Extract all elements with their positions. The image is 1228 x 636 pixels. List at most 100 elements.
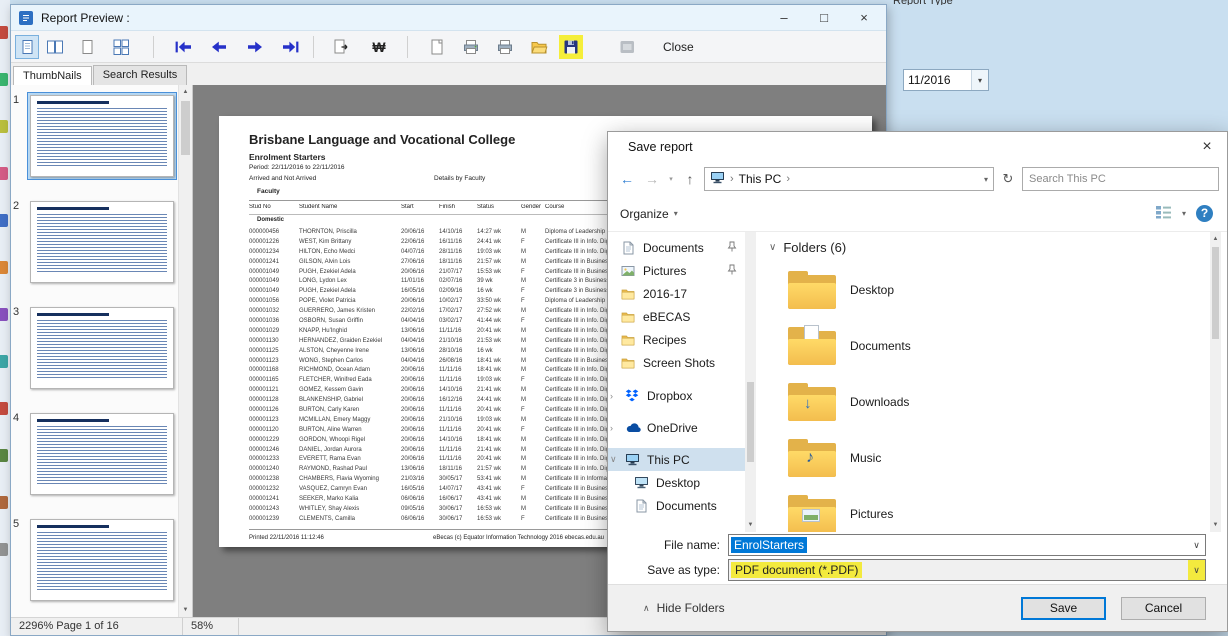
date-dropdown-icon[interactable]: ▾: [971, 70, 988, 90]
page-setup-button[interactable]: [425, 35, 449, 59]
thumbnail-item-page-3[interactable]: 3: [13, 305, 176, 391]
save-report-button[interactable]: [559, 35, 583, 59]
open-report-button[interactable]: [527, 35, 551, 59]
report-cell: 13/06/16: [401, 347, 437, 357]
expand-chevron-icon[interactable]: ›: [610, 391, 620, 401]
hide-folders-button[interactable]: ∧ Hide Folders: [643, 601, 1021, 615]
report-date-combobox[interactable]: 11/2016 ▾: [903, 69, 989, 91]
thumbnail-scrollbar[interactable]: ▲ ▼: [178, 85, 192, 617]
report-cell: 13/06/16: [401, 327, 437, 337]
change-view-icon[interactable]: [1155, 205, 1172, 222]
report-cell: WEST, Kim Brittany: [299, 238, 399, 248]
report-cell: 20/06/16: [401, 228, 437, 238]
expand-chevron-icon[interactable]: ∨: [610, 454, 620, 465]
save-as-type-select[interactable]: PDF document (*.PDF) ∨: [728, 559, 1206, 581]
nav-item-2016-17[interactable]: 2016-17: [608, 282, 745, 305]
report-preview-titlebar[interactable]: Report Preview : – □ ×: [11, 5, 886, 31]
save-button[interactable]: Save: [1021, 597, 1106, 620]
thumbnail-item-page-2[interactable]: 2: [13, 199, 176, 285]
next-page-button[interactable]: [243, 35, 267, 59]
folder-item-documents[interactable]: Documents: [760, 318, 1205, 374]
background-app-icon: [0, 402, 8, 415]
back-icon[interactable]: ←: [616, 171, 638, 187]
window-controls: – □ ×: [776, 10, 872, 25]
nav-item-desktop[interactable]: Desktop: [608, 471, 745, 494]
print-button[interactable]: [459, 35, 483, 59]
up-icon[interactable]: ↑: [679, 171, 701, 187]
dialog-titlebar[interactable]: Save report ×: [608, 132, 1227, 162]
nav-item-recipes[interactable]: Recipes: [608, 328, 745, 351]
folder-icon: [621, 311, 638, 323]
breadcrumb[interactable]: › This PC › ▾: [704, 167, 994, 191]
save-as-type-dropdown-icon[interactable]: ∨: [1188, 560, 1205, 580]
minimize-icon[interactable]: –: [776, 10, 792, 25]
thumbnail-preview[interactable]: [30, 201, 174, 283]
dialog-close-icon[interactable]: ×: [1187, 138, 1227, 156]
nav-item-documents[interactable]: Documents: [608, 494, 745, 517]
blank-page-view-button[interactable]: [75, 35, 99, 59]
organize-button[interactable]: Organize ▾: [620, 207, 1155, 221]
scrollbar-thumb[interactable]: [1212, 247, 1219, 339]
folders-group-header[interactable]: ∨ Folders (6): [769, 240, 846, 255]
breadcrumb-chevron-icon[interactable]: ›: [730, 173, 734, 185]
previous-page-button[interactable]: [207, 35, 231, 59]
printer-setup-button[interactable]: [493, 35, 517, 59]
file-name-input[interactable]: EnrolStarters ∨: [728, 534, 1206, 556]
scroll-down-icon[interactable]: ▼: [179, 603, 192, 617]
scroll-up-icon[interactable]: ▲: [179, 85, 192, 99]
nav-item-dropbox[interactable]: ›Dropbox: [608, 384, 745, 407]
thumbnail-preview[interactable]: [30, 307, 174, 389]
file-name-dropdown-icon[interactable]: ∨: [1188, 540, 1205, 551]
thumbnail-item-page-5[interactable]: 5: [13, 517, 176, 603]
scroll-up-icon[interactable]: ▲: [1210, 232, 1221, 246]
thumbnail-item-page-1[interactable]: 1: [13, 93, 176, 179]
currency-format-button[interactable]: ₩: [367, 35, 391, 59]
report-cell: GUERRERO, James Kristen: [299, 307, 399, 317]
tab-thumbnails[interactable]: ThumbNails: [13, 66, 92, 86]
view-dropdown-icon[interactable]: ▾: [1182, 209, 1186, 218]
group-collapse-icon[interactable]: ∨: [769, 242, 776, 253]
nav-item-pictures[interactable]: Pictures: [608, 259, 745, 282]
content-scrollbar[interactable]: ▲ ▼: [1210, 232, 1221, 532]
folder-icon: [621, 334, 638, 346]
preview-tab-strip: ThumbNails Search Results: [11, 63, 886, 85]
nav-item-onedrive[interactable]: ›OneDrive: [608, 416, 745, 439]
scrollbar-thumb[interactable]: [747, 382, 754, 462]
folder-item-desktop[interactable]: Desktop: [760, 262, 1205, 318]
multi-page-view-button[interactable]: [109, 35, 133, 59]
expand-chevron-icon[interactable]: ›: [610, 423, 620, 433]
breadcrumb-chevron-icon[interactable]: ›: [786, 173, 790, 185]
scrollbar-thumb[interactable]: [181, 101, 190, 155]
export-page-button[interactable]: [329, 35, 353, 59]
report-cell: 21/10/16: [439, 416, 475, 426]
last-page-button[interactable]: [279, 35, 303, 59]
tab-search-results[interactable]: Search Results: [93, 65, 188, 85]
folder-item-music[interactable]: ♪Music: [760, 430, 1205, 486]
folder-item-downloads[interactable]: ↓Downloads: [760, 374, 1205, 430]
thumbnail-item-page-4[interactable]: 4: [13, 411, 176, 497]
help-icon[interactable]: ?: [1196, 205, 1213, 222]
refresh-icon[interactable]: ↻: [997, 171, 1019, 187]
navigation-scrollbar[interactable]: ▼: [745, 232, 756, 532]
maximize-icon[interactable]: □: [816, 10, 832, 25]
cancel-button[interactable]: Cancel: [1121, 597, 1206, 620]
single-page-view-button[interactable]: [15, 35, 39, 59]
nav-item-ebecas[interactable]: eBECAS: [608, 305, 745, 328]
close-icon[interactable]: ×: [856, 10, 872, 25]
address-dropdown-icon[interactable]: ▾: [984, 175, 988, 184]
nav-item-this-pc[interactable]: ∨This PC: [608, 448, 745, 471]
thumbnail-preview[interactable]: [30, 95, 174, 177]
facing-pages-view-button[interactable]: [43, 35, 67, 59]
report-cell: F: [521, 268, 543, 278]
history-dropdown-icon[interactable]: ▾: [666, 175, 676, 183]
thumbnail-preview[interactable]: [30, 413, 174, 495]
folder-item-pictures[interactable]: Pictures: [760, 486, 1205, 532]
report-cell: 000001056: [249, 297, 297, 307]
close-preview-button[interactable]: Close: [663, 40, 694, 54]
nav-item-documents[interactable]: Documents: [608, 236, 745, 259]
thumbnail-preview[interactable]: [30, 519, 174, 601]
first-page-button[interactable]: [171, 35, 195, 59]
search-input[interactable]: [1022, 167, 1219, 191]
breadcrumb-location[interactable]: This PC: [739, 172, 782, 186]
nav-item-screen-shots[interactable]: Screen Shots: [608, 351, 745, 374]
